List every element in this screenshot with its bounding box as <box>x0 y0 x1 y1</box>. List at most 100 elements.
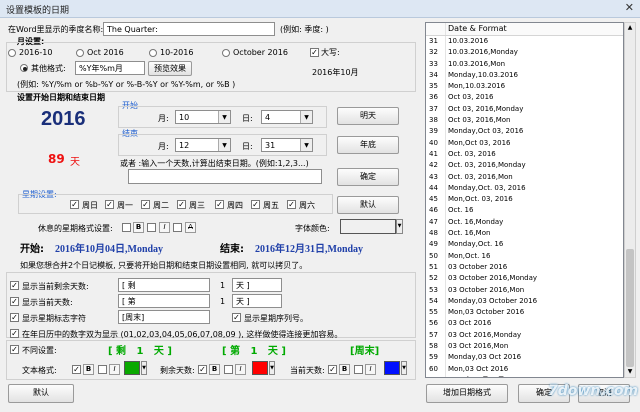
remain-prefix-input[interactable]: [ 剩 <box>118 278 210 292</box>
list-item[interactable]: 34 Monday,10.03.2016 <box>426 69 623 82</box>
weekend-checkbox[interactable]: ✓ <box>10 313 19 322</box>
list-item[interactable]: 39 Monday,Oct 03, 2016 <box>426 126 623 138</box>
week-checkbox-mon[interactable]: ✓ <box>105 200 114 209</box>
list-item[interactable]: 52 03 October 2016,Monday <box>426 273 623 285</box>
weekno-checkbox[interactable]: ✓ <box>232 313 241 322</box>
list-item[interactable]: 48 Oct. 16,Mon <box>426 228 623 240</box>
remainfmt-bold-checkbox[interactable]: ✓ <box>198 365 207 374</box>
curfmt-color-swatch[interactable] <box>384 361 400 375</box>
list-item[interactable]: 57 03 Oct 2016,Monday <box>426 329 623 342</box>
textfmt-italic-icon[interactable]: I <box>109 364 120 375</box>
italic-icon[interactable]: I <box>159 222 170 233</box>
month-radio-3[interactable] <box>149 49 157 57</box>
list-item[interactable]: 45 Mon,Oct. 03, 2016 <box>426 194 623 206</box>
remain-checkbox[interactable]: ✓ <box>10 281 19 290</box>
list-item[interactable]: 58 03 Oct 2016,Mon <box>426 341 623 353</box>
list-item[interactable]: 55 Mon,03 October 2016 <box>426 307 623 319</box>
preview-button[interactable]: 预览效果 <box>148 61 192 76</box>
textfmt-italic-checkbox[interactable] <box>98 365 107 374</box>
weekend-input[interactable]: [周末] <box>118 310 210 324</box>
week-checkbox-tue[interactable]: ✓ <box>141 200 150 209</box>
list-item[interactable]: 42 Oct. 03, 2016,Monday <box>426 160 623 172</box>
week-checkbox-thu[interactable]: ✓ <box>215 200 224 209</box>
format-list[interactable]: Date & Format 31 10.03.2016 32 10.03.2016,M… <box>425 22 624 378</box>
week-checkbox-fri[interactable]: ✓ <box>251 200 260 209</box>
list-item[interactable]: 36 Oct 03, 2016 <box>426 92 623 104</box>
curfmt-italic-checkbox[interactable] <box>354 365 363 374</box>
month-radio-2[interactable] <box>76 49 84 57</box>
rest-format-checkbox[interactable] <box>122 223 131 232</box>
curfmt-dropdown-icon[interactable]: ▼ <box>401 361 407 375</box>
list-item[interactable]: 50 Mon,Oct. 16 <box>426 250 623 262</box>
daxie-checkbox[interactable]: ✓ <box>310 48 319 57</box>
list-item[interactable]: 49 Monday,Oct. 16 <box>426 239 623 251</box>
list-item[interactable]: 32 10.03.2016,Monday <box>426 47 623 59</box>
week-checkbox-wed[interactable]: ✓ <box>177 200 186 209</box>
tomorrow-button[interactable]: 明天 <box>337 107 399 125</box>
textfmt-color-swatch[interactable] <box>124 361 140 375</box>
list-item[interactable]: 56 03 Oct 2016 <box>426 318 623 330</box>
count-input[interactable] <box>128 169 322 184</box>
remainfmt-italic-checkbox[interactable] <box>224 365 233 374</box>
remainfmt-dropdown-icon[interactable]: ▼ <box>269 361 275 375</box>
add-format-button[interactable]: 增加日期格式 <box>426 384 508 403</box>
list-item[interactable]: 51 03 October 2016 <box>426 261 623 274</box>
end-month-select[interactable]: 12 ▼ <box>175 138 231 152</box>
footer-default-button[interactable]: 默认 <box>8 384 74 403</box>
font-color-swatch[interactable] <box>340 219 396 234</box>
list-item[interactable]: 612016年10月03日 <box>426 374 623 377</box>
rest-italic-checkbox[interactable] <box>147 223 156 232</box>
week-checkbox-sun[interactable]: ✓ <box>70 200 79 209</box>
list-item[interactable]: 44 Monday,Oct. 03, 2016 <box>426 182 623 195</box>
rest-strike-checkbox[interactable] <box>173 223 182 232</box>
list-item[interactable]: 60 Mon,03 Oct 2016 <box>426 363 623 375</box>
close-icon[interactable]: ✕ <box>625 1 634 14</box>
current-suffix-input[interactable]: 天 ] <box>232 294 282 308</box>
start-month-select[interactable]: 10 ▼ <box>175 110 231 124</box>
list-scrollbar[interactable]: ▲ ▼ <box>624 22 636 378</box>
end-day-select[interactable]: 31 ▼ <box>261 138 313 152</box>
nochange-checkbox[interactable]: ✓ <box>10 345 19 354</box>
start-day-select[interactable]: 4 ▼ <box>261 110 313 124</box>
list-item[interactable]: 41 Oct. 03, 2016 <box>426 148 623 161</box>
scroll-up-icon[interactable]: ▲ <box>626 24 634 32</box>
confirm-count-button[interactable]: 确定 <box>337 168 399 186</box>
curfmt-italic-icon[interactable]: I <box>365 364 376 375</box>
remainfmt-italic-icon[interactable]: I <box>235 364 246 375</box>
week-default-button[interactable]: 默认 <box>337 196 399 214</box>
current-prefix-input[interactable]: [ 第 <box>118 294 210 308</box>
textfmt-bold-icon[interactable]: B <box>83 364 94 375</box>
remain-suffix-input[interactable]: 天 ] <box>232 278 282 292</box>
season-input[interactable]: The Quarter: <box>103 22 275 36</box>
current-checkbox[interactable]: ✓ <box>10 297 19 306</box>
other-format-input[interactable]: %Y年%m月 <box>75 61 145 75</box>
list-item[interactable]: 33 10.03.2016,Mon <box>426 58 623 70</box>
month-radio-other[interactable] <box>20 64 28 72</box>
month-radio-4[interactable] <box>222 49 230 57</box>
scroll-thumb[interactable] <box>626 249 634 367</box>
list-item[interactable]: 37 Oct 03, 2016,Monday <box>426 103 623 116</box>
textfmt-bold-checkbox[interactable]: ✓ <box>72 365 81 374</box>
textfmt-dropdown-icon[interactable]: ▼ <box>141 361 147 375</box>
list-item[interactable]: 47 Oct. 16,Monday <box>426 216 623 229</box>
curfmt-bold-checkbox[interactable]: ✓ <box>328 365 337 374</box>
strikethrough-icon[interactable]: A <box>185 222 196 233</box>
list-item[interactable]: 46 Oct. 16 <box>426 205 623 217</box>
list-item[interactable]: 59 Monday,03 Oct 2016 <box>426 352 623 364</box>
list-item[interactable]: 38 Oct 03, 2016,Mon <box>426 115 623 127</box>
remainfmt-color-swatch[interactable] <box>252 361 268 375</box>
list-item[interactable]: 54 Monday,03 October 2016 <box>426 295 623 308</box>
font-color-dropdown-icon[interactable]: ▼ <box>396 219 403 234</box>
list-item[interactable]: 31 10.03.2016 <box>426 36 623 48</box>
twodigit-checkbox[interactable]: ✓ <box>10 329 19 338</box>
remainfmt-bold-icon[interactable]: B <box>209 364 220 375</box>
list-item[interactable]: 43 Oct. 03, 2016,Mon <box>426 171 623 183</box>
year-end-button[interactable]: 年底 <box>337 136 399 154</box>
list-item[interactable]: 40 Mon,Oct 03, 2016 <box>426 137 623 149</box>
bold-icon[interactable]: B <box>133 222 144 233</box>
curfmt-bold-icon[interactable]: B <box>339 364 350 375</box>
month-radio-1[interactable] <box>8 49 16 57</box>
list-item[interactable]: 53 03 October 2016,Mon <box>426 284 623 296</box>
scroll-down-icon[interactable]: ▼ <box>626 368 634 376</box>
list-item[interactable]: 35 Mon,10.03.2016 <box>426 81 623 93</box>
